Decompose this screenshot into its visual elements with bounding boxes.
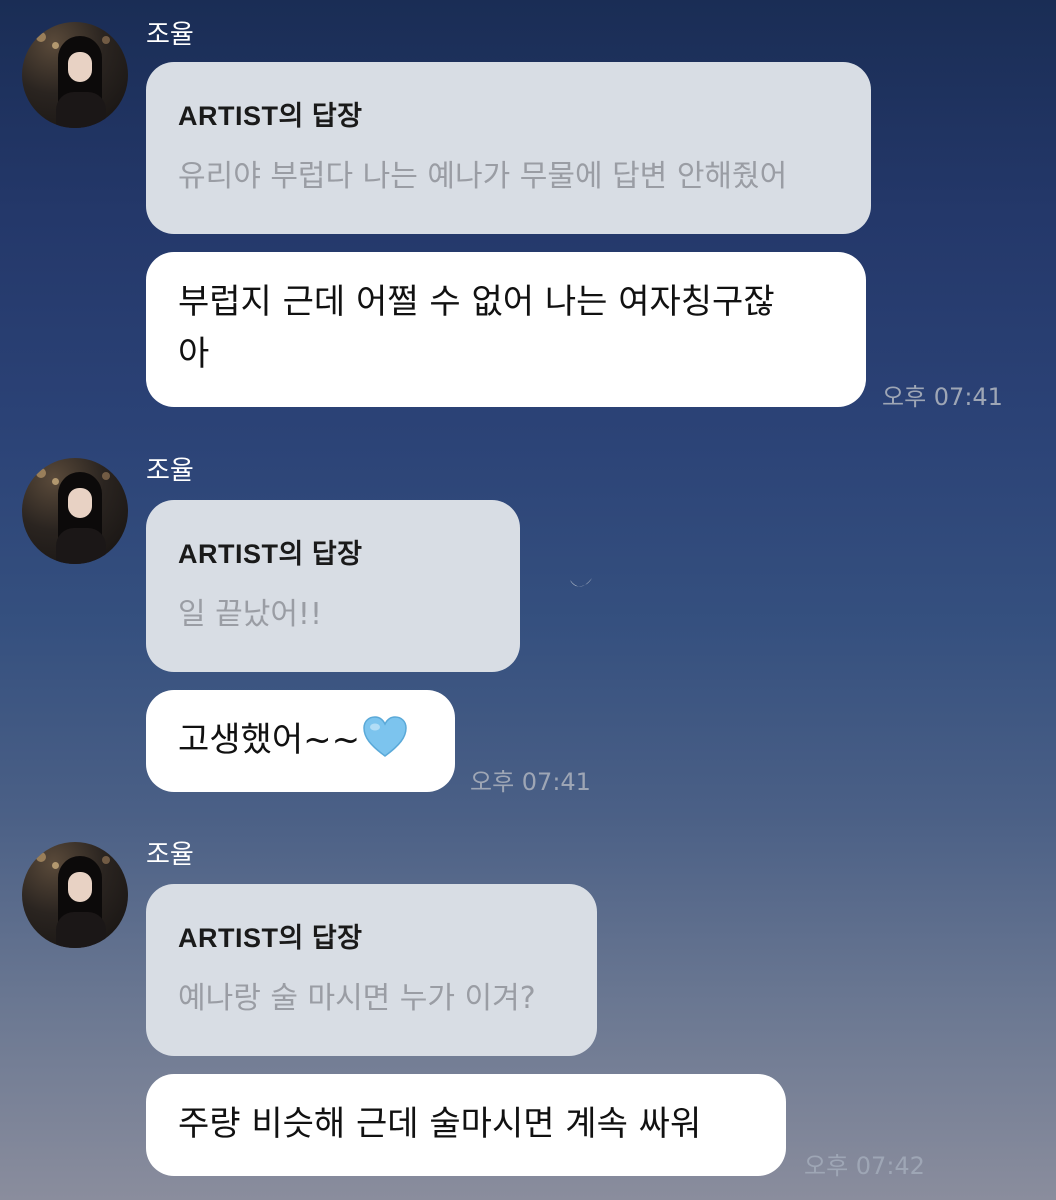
sender-name: 조율	[146, 840, 194, 870]
message-time: 오후 07:41	[882, 383, 1003, 411]
message-text: 고생했어~~	[178, 720, 361, 760]
sender-name: 조율	[146, 456, 194, 486]
light-blue-heart-icon	[363, 716, 407, 757]
message-bubble[interactable]: 고생했어~~	[146, 690, 455, 792]
message-bubble[interactable]: 주량 비슷해 근데 술마시면 계속 싸워	[146, 1074, 786, 1176]
message-bubble[interactable]: 부럽지 근데 어쩔 수 없어 나는 여자칭구잖 아	[146, 252, 866, 407]
reply-quote-bubble[interactable]: ARTIST의 답장 유리야 부럽다 나는 예나가 무물에 답변 안해줬어	[146, 62, 871, 234]
reply-quote-bubble[interactable]: ARTIST의 답장 일 끝났어!!	[146, 500, 520, 672]
reply-title: ARTIST의 답장	[178, 923, 363, 953]
message-text-line: 아	[178, 334, 210, 374]
avatar[interactable]	[22, 458, 128, 564]
message-text: 주량 비슷해 근데 술마시면 계속 싸워	[178, 1104, 702, 1144]
avatar[interactable]	[22, 842, 128, 948]
sender-name: 조율	[146, 20, 194, 50]
avatar[interactable]	[22, 22, 128, 128]
reply-text: 일 끝났어!!	[178, 597, 322, 632]
reply-text: 유리야 부럽다 나는 예나가 무물에 답변 안해줬어	[178, 159, 788, 194]
message-time: 오후 07:41	[470, 768, 591, 796]
message-time: 오후 07:42	[804, 1152, 925, 1180]
reply-text: 예나랑 술 마시면 누가 이겨?	[178, 981, 536, 1016]
reply-quote-bubble[interactable]: ARTIST의 답장 예나랑 술 마시면 누가 이겨?	[146, 884, 597, 1056]
message-text-line: 부럽지 근데 어쩔 수 없어 나는 여자칭구잖	[178, 282, 775, 322]
reply-title: ARTIST의 답장	[178, 101, 363, 131]
reply-title: ARTIST의 답장	[178, 539, 363, 569]
crescent-moon-icon	[570, 578, 592, 587]
